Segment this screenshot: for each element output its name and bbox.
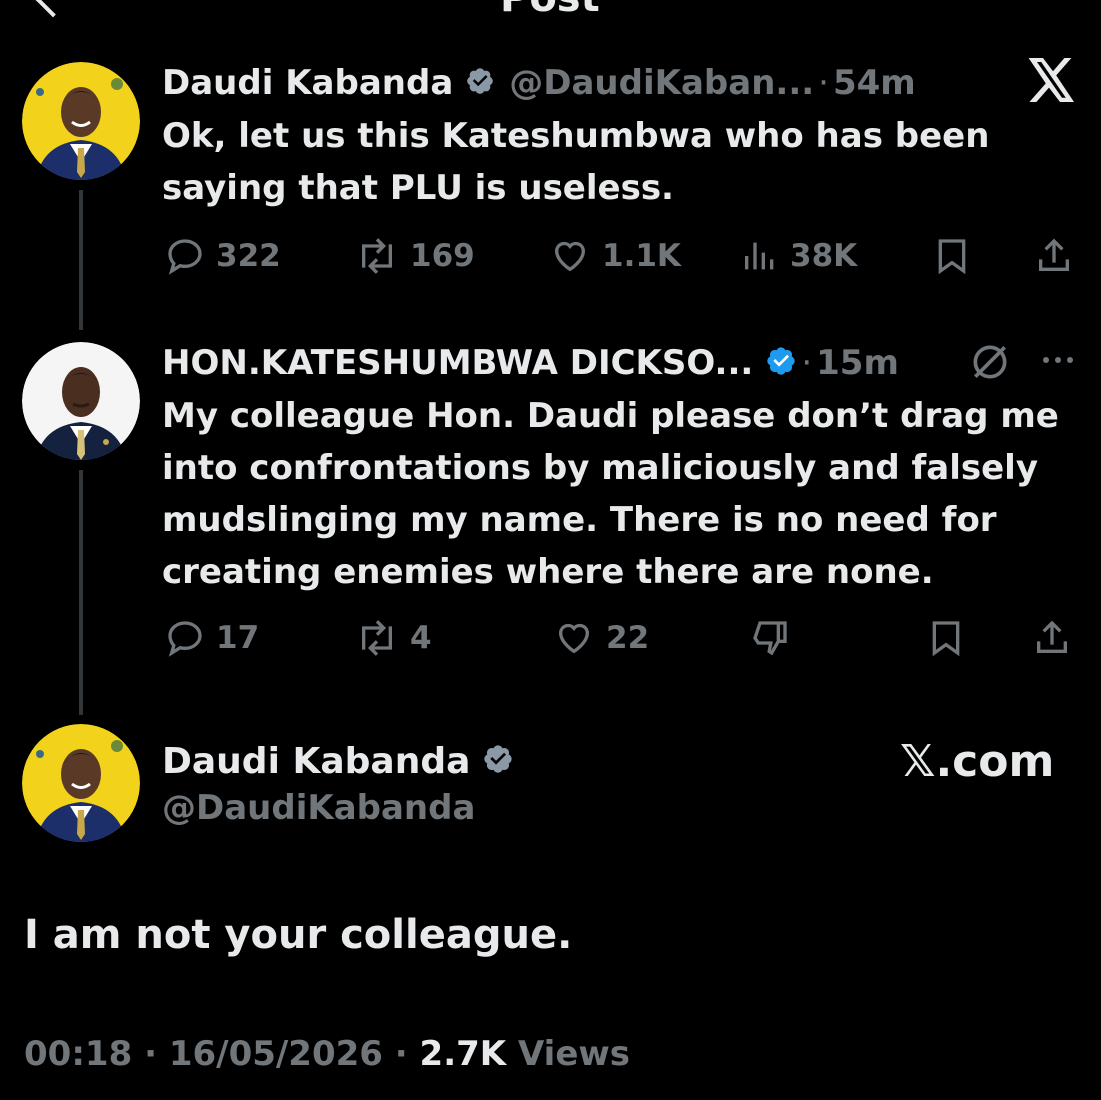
tweet-line: My colleague Hon. Daudi please don’t dra… bbox=[162, 396, 1059, 436]
thread-line bbox=[79, 190, 83, 330]
like-button[interactable]: 22 bbox=[552, 618, 649, 658]
separator: · bbox=[801, 343, 813, 383]
author-name[interactable]: Daudi Kabanda bbox=[162, 63, 453, 103]
avatar[interactable] bbox=[22, 724, 140, 842]
author-handle[interactable]: @DaudiKaban... bbox=[509, 63, 814, 103]
tweet-text: My colleague Hon. Daudi please don’t dra… bbox=[162, 390, 1062, 598]
repost-count: 169 bbox=[410, 238, 475, 274]
like-count: 1.1K bbox=[602, 238, 681, 274]
avatar[interactable] bbox=[22, 342, 140, 460]
views-icon bbox=[745, 242, 774, 270]
timestamp[interactable]: 54m bbox=[833, 63, 916, 103]
views-count: 38K bbox=[790, 238, 858, 274]
like-icon bbox=[554, 241, 586, 272]
share-icon[interactable] bbox=[1034, 236, 1084, 276]
tweet-header: HON.KATESHUMBWA DICKSO... · 15m bbox=[162, 338, 899, 388]
verified-badge-icon bbox=[765, 345, 797, 381]
views-label: Views bbox=[517, 1034, 631, 1074]
tweet-header: Daudi Kabanda @DaudiKaban... · 54m bbox=[162, 58, 916, 108]
back-icon[interactable] bbox=[34, 0, 72, 18]
repost-count: 4 bbox=[410, 620, 432, 656]
main-post-header: Daudi Kabanda bbox=[162, 736, 514, 786]
like-button[interactable]: 1.1K bbox=[548, 236, 681, 276]
separator: · bbox=[818, 63, 829, 103]
tweet-line: mudslinging my name. There is no need fo… bbox=[162, 500, 997, 540]
reply-icon bbox=[168, 239, 202, 275]
brand-watermark: 𝕏.com bbox=[900, 736, 1055, 787]
separator: · bbox=[394, 1034, 408, 1074]
repost-icon bbox=[362, 620, 392, 656]
author-name[interactable]: Daudi Kabanda bbox=[162, 741, 470, 782]
views-button[interactable]: 38K bbox=[740, 236, 857, 276]
post-time[interactable]: 00:18 bbox=[24, 1034, 132, 1074]
tweet-line: Ok, let us this Kateshumbwa who has been bbox=[162, 116, 990, 156]
share-icon[interactable] bbox=[1032, 618, 1082, 658]
reply-icon bbox=[168, 621, 202, 657]
author-name[interactable]: HON.KATESHUMBWA DICKSO... bbox=[162, 343, 753, 383]
repost-button[interactable]: 169 bbox=[354, 236, 475, 276]
avatar[interactable] bbox=[22, 62, 140, 180]
page-title: Post bbox=[500, 0, 600, 18]
separator: · bbox=[144, 1034, 157, 1074]
dislike-icon[interactable] bbox=[748, 618, 802, 658]
main-post-text: I am not your colleague. bbox=[24, 912, 573, 958]
x-logo-icon[interactable] bbox=[1028, 58, 1076, 106]
reply-button[interactable]: 322 bbox=[164, 236, 281, 276]
bookmark-icon[interactable] bbox=[926, 618, 976, 658]
post-date[interactable]: 16/05/2026 bbox=[169, 1034, 383, 1074]
like-icon bbox=[558, 623, 590, 654]
author-handle[interactable]: @DaudiKabanda bbox=[162, 788, 475, 828]
repost-icon bbox=[362, 238, 392, 274]
tweet-text: Ok, let us this Kateshumbwa who has been… bbox=[162, 110, 1062, 214]
bookmark-icon[interactable] bbox=[932, 236, 982, 276]
repost-button[interactable]: 4 bbox=[354, 618, 432, 658]
thread-line bbox=[79, 470, 83, 715]
mute-icon[interactable] bbox=[968, 340, 1012, 388]
verified-badge-icon bbox=[465, 66, 495, 100]
tweet-line: creating enemies where there are none. bbox=[162, 552, 934, 592]
more-icon[interactable] bbox=[1040, 350, 1076, 374]
reply-button[interactable]: 17 bbox=[164, 618, 259, 658]
like-count: 22 bbox=[606, 620, 650, 656]
tweet-line: into confrontations by maliciously and f… bbox=[162, 448, 1038, 488]
timestamp[interactable]: 15m bbox=[816, 343, 899, 383]
reply-count: 17 bbox=[216, 620, 260, 656]
reply-count: 322 bbox=[216, 238, 281, 274]
views-count: 2.7K bbox=[419, 1034, 507, 1074]
verified-badge-icon bbox=[482, 743, 514, 779]
post-meta: 00:18 · 16/05/2026 · 2.7K Views bbox=[24, 1034, 630, 1074]
tweet-line: saying that PLU is useless. bbox=[162, 168, 674, 208]
